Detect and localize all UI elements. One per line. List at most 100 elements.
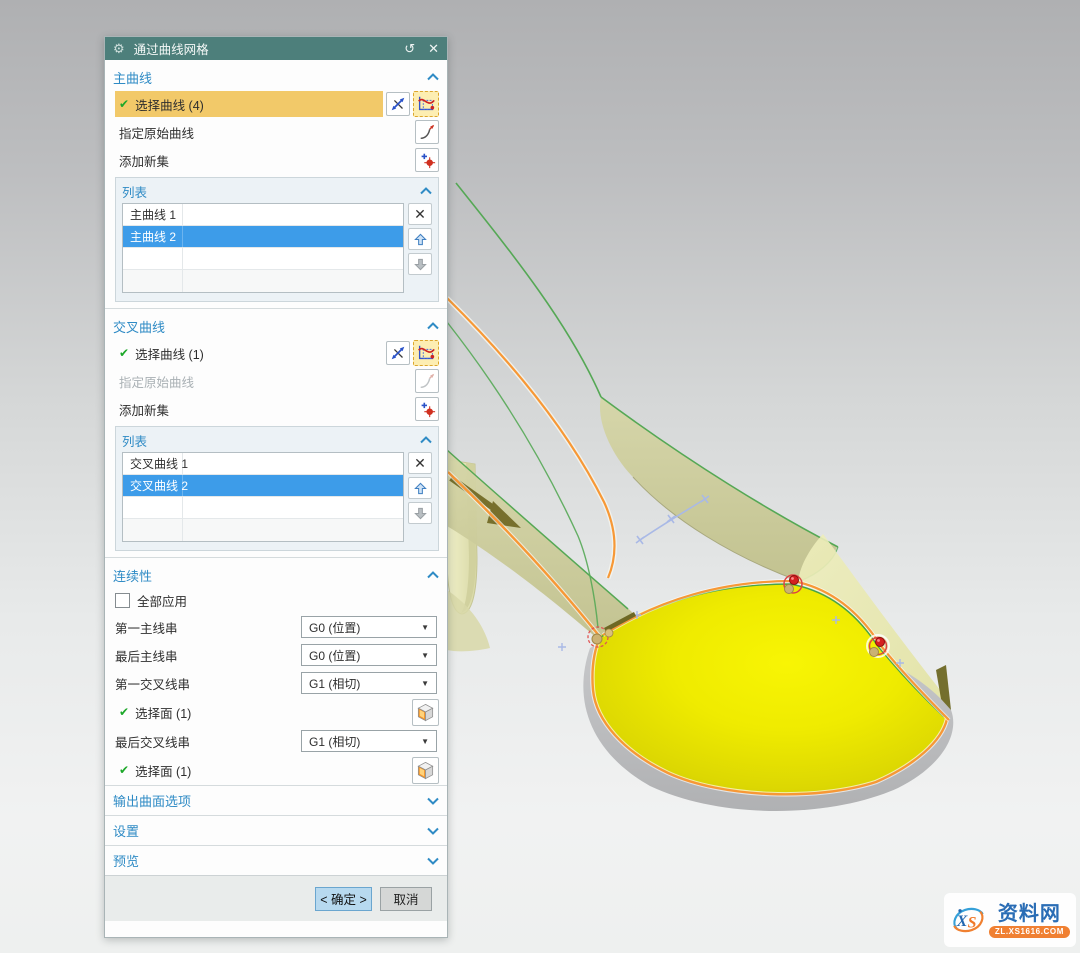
list-item-empty[interactable] — [123, 248, 403, 270]
list-item[interactable]: 交叉曲线 1 — [123, 453, 403, 475]
chevron-up-icon[interactable] — [427, 571, 439, 579]
move-up-button[interactable] — [408, 228, 432, 250]
cross-select-row: ✔ 选择曲线 (1) — [111, 339, 441, 367]
dropdown-arrow-icon: ▼ — [421, 623, 429, 632]
last-primary-row: 最后主线串 G0 (位置) ▼ — [111, 641, 441, 669]
cross-list-header[interactable]: 列表 — [122, 430, 432, 450]
primary-select-row: ✔ 选择曲线 (4) — [111, 90, 441, 118]
list-item[interactable]: 主曲线 1 — [123, 204, 403, 226]
close-icon[interactable]: ✕ — [428, 42, 439, 55]
apply-all-row: 全部应用 — [111, 588, 441, 613]
face-cube-icon — [415, 760, 436, 781]
watermark-url: ZL.XS1616.COM — [989, 926, 1070, 938]
section-header-settings[interactable]: 设置 — [105, 815, 447, 845]
add-set-icon — [418, 151, 436, 169]
chevron-up-icon[interactable] — [420, 436, 432, 444]
face-collector-button[interactable] — [412, 757, 439, 784]
curve-collector-button[interactable] — [413, 91, 439, 117]
face-collector-button[interactable] — [412, 699, 439, 726]
arrow-up-icon — [414, 482, 427, 495]
curve-collector-button[interactable] — [413, 340, 439, 366]
gear-icon: ⚙ — [113, 42, 125, 55]
ok-button[interactable]: < 确定 > — [315, 887, 372, 911]
origin-curve-icon — [418, 123, 436, 141]
primary-specify-origin-curve[interactable]: 指定原始曲线 — [115, 119, 412, 145]
section-header-continuity[interactable]: 连续性 — [111, 562, 441, 588]
select-face-row-1: ✔ 选择面 (1) — [111, 697, 441, 727]
move-down-button[interactable] — [408, 502, 432, 524]
origin-curve-button[interactable] — [415, 120, 439, 144]
cross-add-new-set[interactable]: 添加新集 — [115, 396, 412, 422]
list-item-selected[interactable]: 主曲线 2 — [123, 226, 403, 248]
cross-select-curve-field[interactable]: ✔ 选择曲线 (1) — [115, 340, 383, 366]
apply-all-checkbox[interactable] — [115, 593, 130, 608]
first-cross-row: 第一交叉线串 G1 (相切) ▼ — [111, 669, 441, 697]
svg-text:S: S — [968, 915, 977, 932]
swap-direction-button[interactable] — [386, 341, 410, 365]
dropdown-arrow-icon: ▼ — [421, 651, 429, 660]
primary-curve-list: 主曲线 1 主曲线 2 — [122, 203, 404, 293]
remove-item-button[interactable]: ✕ — [408, 203, 432, 225]
section-header-cross[interactable]: 交叉曲线 — [111, 313, 441, 339]
move-down-button[interactable] — [408, 253, 432, 275]
section-continuity: 连续性 全部应用 第一主线串 G0 (位置) ▼ 最后主线串 G0 (位置) ▼… — [105, 557, 447, 785]
dialog-titlebar[interactable]: ⚙ 通过曲线网格 ↺ ✕ — [105, 37, 447, 60]
reset-icon[interactable]: ↺ — [404, 42, 415, 55]
add-new-set-button[interactable] — [415, 397, 439, 421]
first-primary-dropdown[interactable]: G0 (位置) ▼ — [301, 616, 437, 638]
list-item-selected[interactable]: 交叉曲线 2 — [123, 475, 403, 497]
chevron-down-icon[interactable] — [427, 827, 439, 835]
chevron-up-icon[interactable] — [427, 322, 439, 330]
chevron-down-icon[interactable] — [427, 857, 439, 865]
swap-arrows-icon — [389, 344, 407, 362]
origin-curve-icon — [418, 372, 436, 390]
cross-specify-row: 指定原始曲线 — [111, 367, 441, 395]
arrow-down-icon — [414, 507, 427, 520]
check-icon: ✔ — [119, 97, 129, 111]
arrow-up-icon — [414, 233, 427, 246]
swap-direction-button[interactable] — [386, 92, 410, 116]
chevron-up-icon[interactable] — [427, 73, 439, 81]
remove-item-button[interactable]: ✕ — [408, 452, 432, 474]
watermark-site-name: 资料网 — [998, 903, 1061, 925]
move-up-button[interactable] — [408, 477, 432, 499]
arrow-down-icon — [414, 258, 427, 271]
watermark-logo: X S — [950, 900, 987, 940]
last-primary-label: 最后主线串 — [115, 646, 301, 665]
section-cross-curves: 交叉曲线 ✔ 选择曲线 (1) — [105, 308, 447, 551]
cancel-button[interactable]: 取消 — [380, 887, 432, 911]
list-item-empty[interactable] — [123, 497, 403, 519]
last-cross-label: 最后交叉线串 — [115, 732, 301, 751]
primary-list-header[interactable]: 列表 — [122, 181, 432, 201]
curve-mesh-icon — [416, 343, 436, 363]
primary-list-group: 列表 主曲线 1 主曲线 2 ✕ — [115, 177, 439, 302]
section-header-preview[interactable]: 预览 — [105, 845, 447, 875]
section-header-primary[interactable]: 主曲线 — [111, 64, 441, 90]
list-item-empty[interactable] — [123, 270, 403, 292]
add-new-set-button[interactable] — [415, 148, 439, 172]
primary-select-curve-field[interactable]: ✔ 选择曲线 (4) — [115, 91, 383, 117]
chevron-up-icon[interactable] — [420, 187, 432, 195]
cross-list-group: 列表 交叉曲线 1 交叉曲线 2 ✕ — [115, 426, 439, 551]
first-cross-dropdown[interactable]: G1 (相切) ▼ — [301, 672, 437, 694]
svg-text:X: X — [956, 913, 968, 930]
primary-specify-row: 指定原始曲线 — [111, 118, 441, 146]
watermark-badge: X S 资料网 ZL.XS1616.COM — [944, 893, 1076, 947]
select-face-field[interactable]: ✔ 选择面 (1) — [115, 761, 412, 780]
select-face-row-2: ✔ 选择面 (1) — [111, 755, 441, 785]
primary-add-new-set[interactable]: 添加新集 — [115, 147, 412, 173]
curve-mesh-icon — [416, 94, 436, 114]
back-strap-surface — [600, 397, 837, 581]
check-icon: ✔ — [119, 346, 129, 360]
last-cross-dropdown[interactable]: G1 (相切) ▼ — [301, 730, 437, 752]
apply-all-label: 全部应用 — [137, 591, 187, 610]
origin-curve-button-disabled — [415, 369, 439, 393]
select-face-field[interactable]: ✔ 选择面 (1) — [115, 703, 412, 722]
last-cross-row: 最后交叉线串 G1 (相切) ▼ — [111, 727, 441, 755]
cross-curve-list: 交叉曲线 1 交叉曲线 2 — [122, 452, 404, 542]
section-header-output-options[interactable]: 输出曲面选项 — [105, 785, 447, 815]
chevron-down-icon[interactable] — [427, 797, 439, 805]
list-item-empty[interactable] — [123, 519, 403, 541]
add-set-icon — [418, 400, 436, 418]
last-primary-dropdown[interactable]: G0 (位置) ▼ — [301, 644, 437, 666]
